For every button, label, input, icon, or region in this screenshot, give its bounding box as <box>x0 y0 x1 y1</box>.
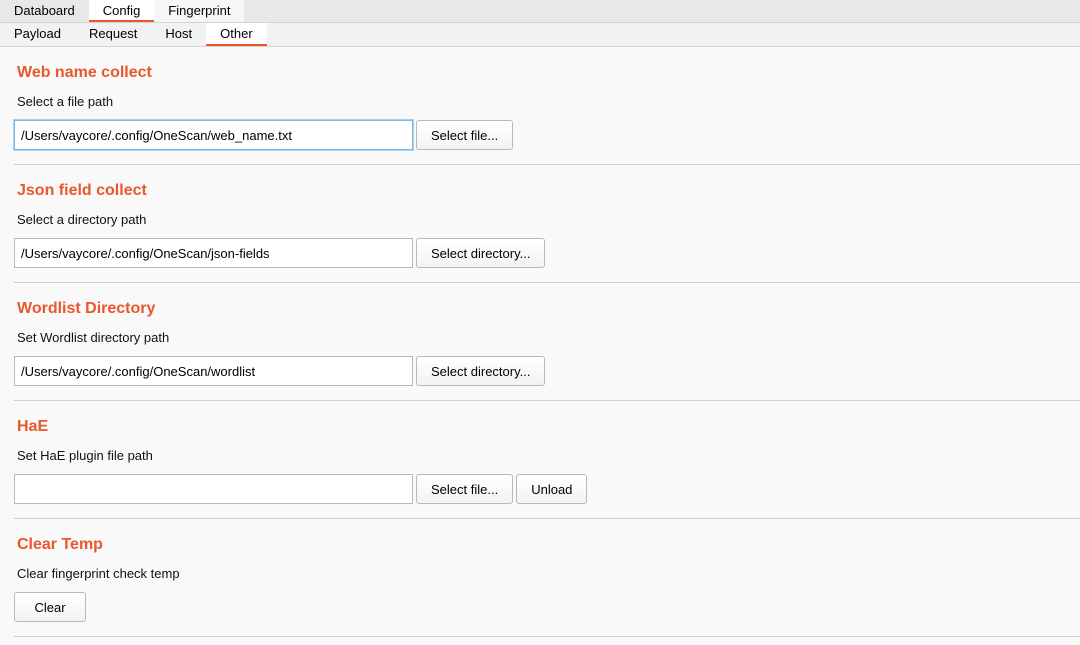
wordlist-row: Select directory... <box>14 356 546 386</box>
section-title: Wordlist Directory <box>17 300 156 317</box>
hae-section: HaE Set HaE plugin file path Select file… <box>14 401 1080 519</box>
clear-temp-row: Clear <box>14 592 86 622</box>
json-field-collect-section: Json field collect Select a directory pa… <box>14 165 1080 283</box>
clear-temp-section: Clear Temp Clear fingerprint check temp … <box>14 519 1080 637</box>
tab-databoard[interactable]: Databoard <box>0 0 89 22</box>
select-directory-button[interactable]: Select directory... <box>416 238 546 268</box>
wordlist-path-input[interactable] <box>14 356 413 386</box>
select-file-button[interactable]: Select file... <box>416 474 514 504</box>
section-description: Set HaE plugin file path <box>17 448 153 463</box>
tab-config[interactable]: Config <box>88 0 155 22</box>
web-name-path-input[interactable] <box>14 120 413 150</box>
tab-request[interactable]: Request <box>75 23 151 46</box>
select-directory-button[interactable]: Select directory... <box>416 356 546 386</box>
section-title: Json field collect <box>17 182 147 199</box>
main-tab-bar: Databoard Config Fingerprint <box>0 0 1080 23</box>
hae-row: Select file... Unload <box>14 474 588 504</box>
tab-host[interactable]: Host <box>151 23 206 46</box>
clear-button[interactable]: Clear <box>14 592 86 622</box>
other-settings-panel: Web name collect Select a file path Sele… <box>0 47 1080 637</box>
tab-fingerprint[interactable]: Fingerprint <box>154 0 245 22</box>
section-description: Select a directory path <box>17 212 147 227</box>
section-title: Clear Temp <box>17 536 103 553</box>
section-description: Select a file path <box>17 94 114 109</box>
json-field-path-input[interactable] <box>14 238 413 268</box>
section-title: HaE <box>17 418 49 435</box>
tab-other[interactable]: Other <box>206 23 267 46</box>
section-title: Web name collect <box>17 64 152 81</box>
unload-button[interactable]: Unload <box>516 474 588 504</box>
config-sub-tab-bar: Payload Request Host Other <box>0 23 1080 47</box>
json-field-row: Select directory... <box>14 238 546 268</box>
hae-path-input[interactable] <box>14 474 413 504</box>
tab-payload[interactable]: Payload <box>0 23 75 46</box>
section-description: Clear fingerprint check temp <box>17 566 180 581</box>
select-file-button[interactable]: Select file... <box>416 120 514 150</box>
web-name-collect-section: Web name collect Select a file path Sele… <box>14 47 1080 165</box>
wordlist-directory-section: Wordlist Directory Set Wordlist director… <box>14 283 1080 401</box>
web-name-row: Select file... <box>14 120 514 150</box>
section-description: Set Wordlist directory path <box>17 330 170 345</box>
